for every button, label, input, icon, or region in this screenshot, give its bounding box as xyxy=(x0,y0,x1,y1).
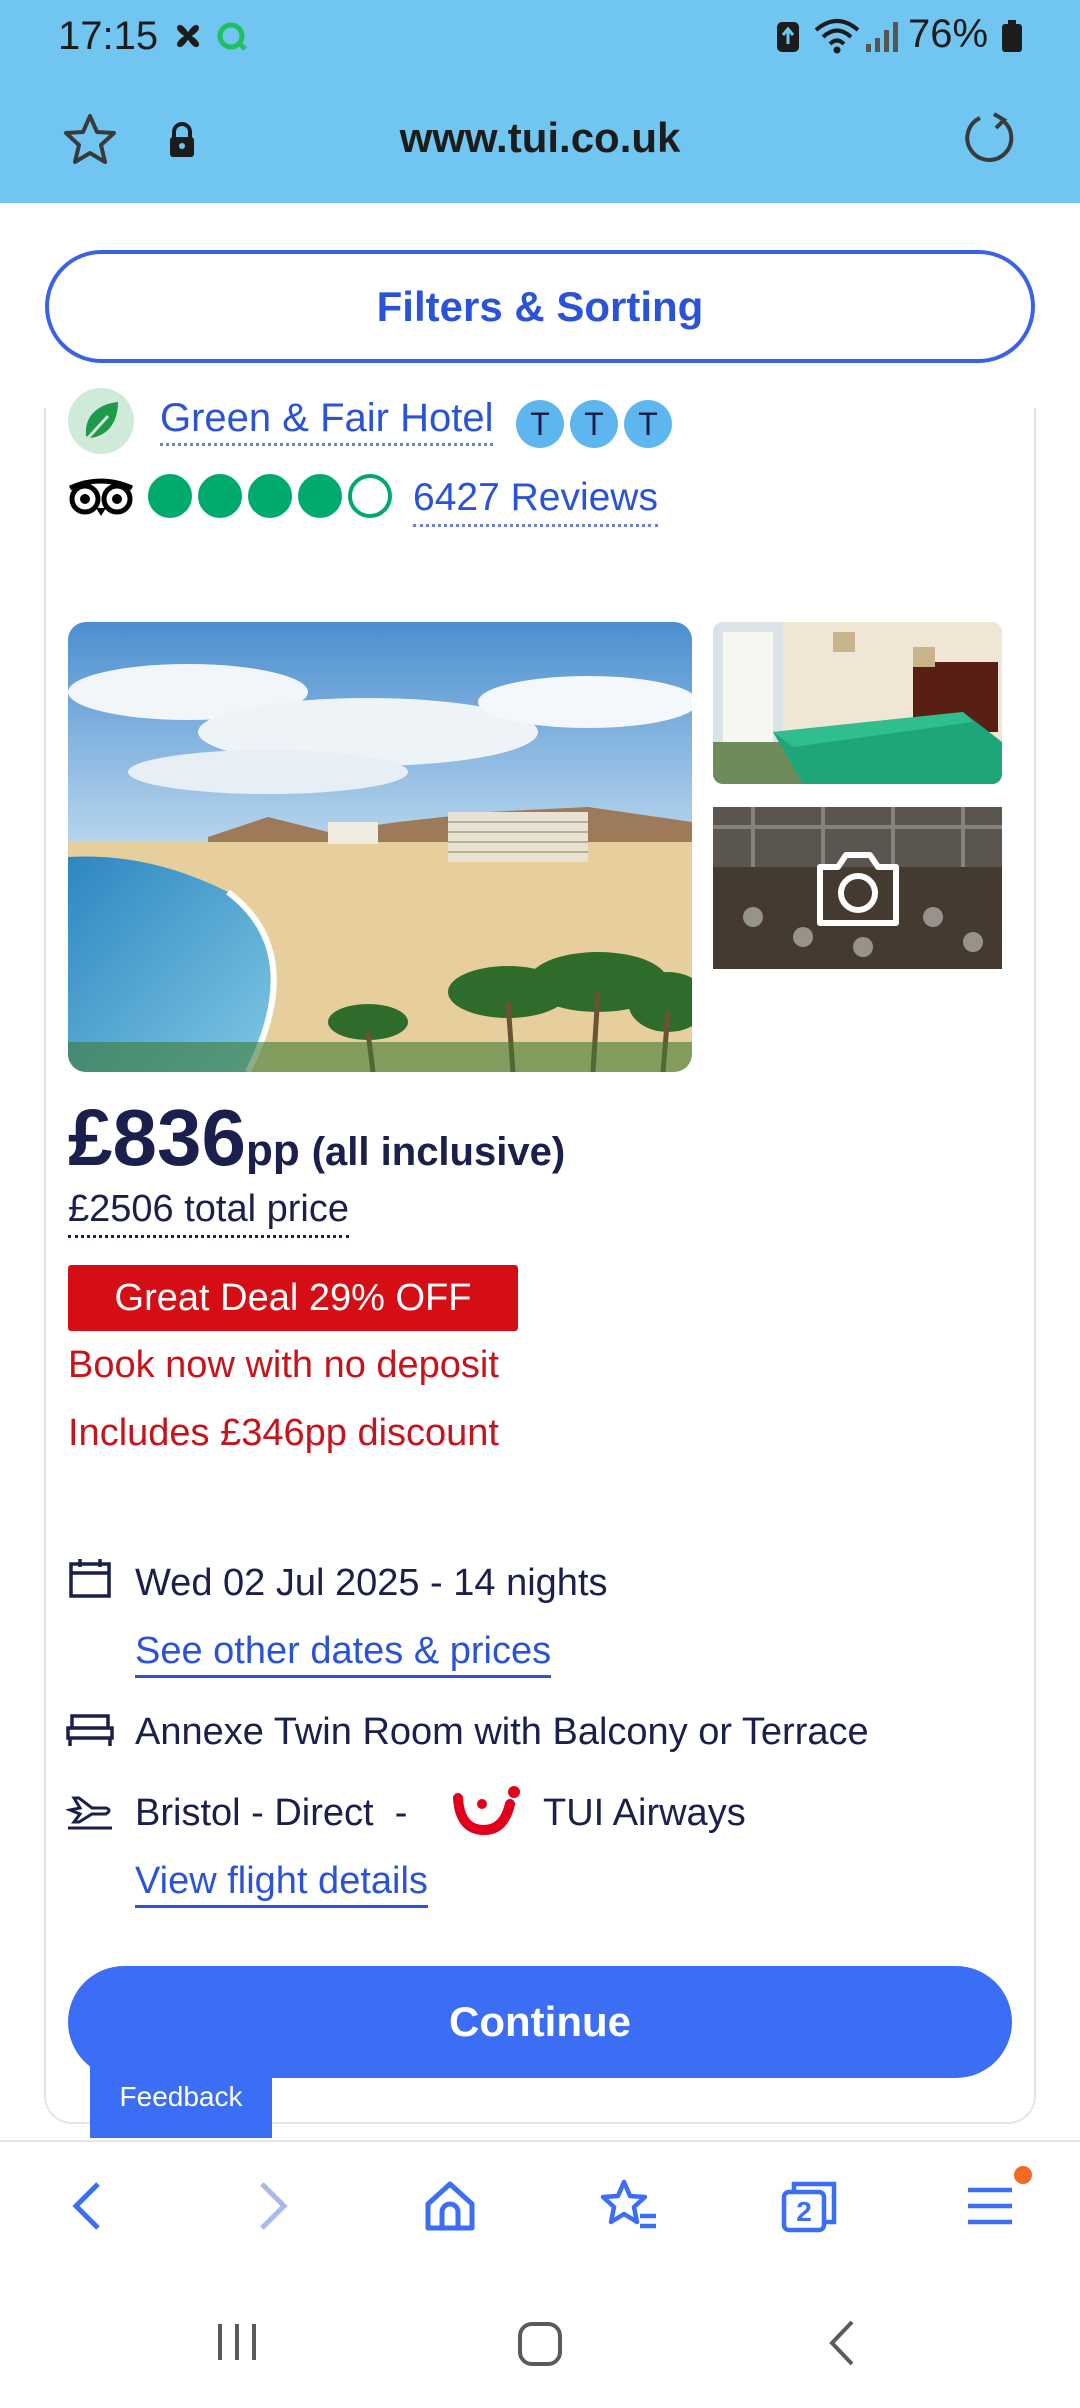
board-basis: (all inclusive) xyxy=(311,1130,566,1174)
camera-icon[interactable] xyxy=(812,843,904,938)
hotel-main-photo[interactable] xyxy=(68,622,692,1072)
tui-rating-badges: T T T xyxy=(516,400,672,448)
battery-icon xyxy=(1000,16,1024,61)
great-deal-badge: Great Deal 29% OFF xyxy=(68,1265,518,1331)
menu-icon[interactable] xyxy=(962,2176,1022,2241)
filters-sorting-button[interactable]: Filters & Sorting xyxy=(45,250,1035,363)
price-per-person: £836 pp (all inclusive) xyxy=(68,1092,565,1184)
t-badge: T xyxy=(624,400,672,448)
rating-dot-empty xyxy=(348,474,392,518)
plane-icon xyxy=(64,1790,114,1835)
bed-icon xyxy=(66,1712,114,1753)
address-bar-url[interactable]: www.tui.co.uk xyxy=(0,114,1080,162)
total-price[interactable]: £2506 total price xyxy=(68,1188,349,1238)
menu-notification-dot xyxy=(1014,2166,1032,2184)
t-badge: T xyxy=(570,400,618,448)
tui-logo-icon xyxy=(452,1784,524,1845)
home-nav-icon[interactable] xyxy=(516,2320,564,2373)
tab-count: 2 xyxy=(796,2196,812,2227)
t-badge: T xyxy=(516,400,564,448)
system-nav-bar xyxy=(0,2270,1080,2408)
home-icon[interactable] xyxy=(420,2176,480,2241)
green-leaf-icon xyxy=(68,388,134,454)
rating-dot-filled xyxy=(248,474,292,518)
no-deposit-text: Book now with no deposit xyxy=(68,1344,499,1386)
bookmarks-icon[interactable] xyxy=(598,2176,660,2241)
app-notification-icon xyxy=(214,16,250,61)
travel-date: Wed 02 Jul 2025 - 14 nights xyxy=(135,1562,608,1604)
browser-bottom-nav: 2 xyxy=(0,2140,1080,2270)
price-amount: £836 xyxy=(68,1093,246,1182)
wifi-icon xyxy=(812,16,862,61)
rating-dot-filled xyxy=(198,474,242,518)
rating-dot-filled xyxy=(298,474,342,518)
room-type: Annexe Twin Room with Balcony or Terrace xyxy=(135,1711,869,1753)
calendar-icon xyxy=(68,1558,112,1603)
reviews-link[interactable]: 6427 Reviews xyxy=(413,476,658,527)
green-fair-hotel-link[interactable]: Green & Fair Hotel xyxy=(160,396,494,446)
forward-icon[interactable] xyxy=(246,2176,296,2241)
browser-top-bar: 17:15 76% www.tui.co.uk xyxy=(0,0,1080,203)
system-back-icon[interactable] xyxy=(822,2318,862,2373)
other-dates-link[interactable]: See other dates & prices xyxy=(135,1630,552,1678)
price-pp-suffix: pp xyxy=(245,1126,300,1175)
discount-text: Includes £346pp discount xyxy=(68,1412,499,1454)
rating-dot-filled xyxy=(148,474,192,518)
pinwheel-icon xyxy=(168,16,208,61)
recent-apps-icon[interactable] xyxy=(214,2320,260,2369)
battery-percent: 76% xyxy=(908,12,989,56)
reload-icon[interactable] xyxy=(960,108,1020,173)
status-time: 17:15 xyxy=(58,14,159,58)
data-saver-icon xyxy=(774,16,802,61)
flight-details-link[interactable]: View flight details xyxy=(135,1860,428,1908)
flight-route: Bristol - Direct - xyxy=(135,1792,408,1834)
tripadvisor-owl-icon xyxy=(66,474,136,523)
feedback-tab[interactable]: Feedback xyxy=(90,2056,272,2138)
back-icon[interactable] xyxy=(64,2176,114,2241)
tripadvisor-rating-dots xyxy=(148,474,392,518)
signal-icon xyxy=(864,16,900,61)
airline-name: TUI Airways xyxy=(543,1792,746,1834)
hotel-room-photo[interactable] xyxy=(713,622,1002,784)
